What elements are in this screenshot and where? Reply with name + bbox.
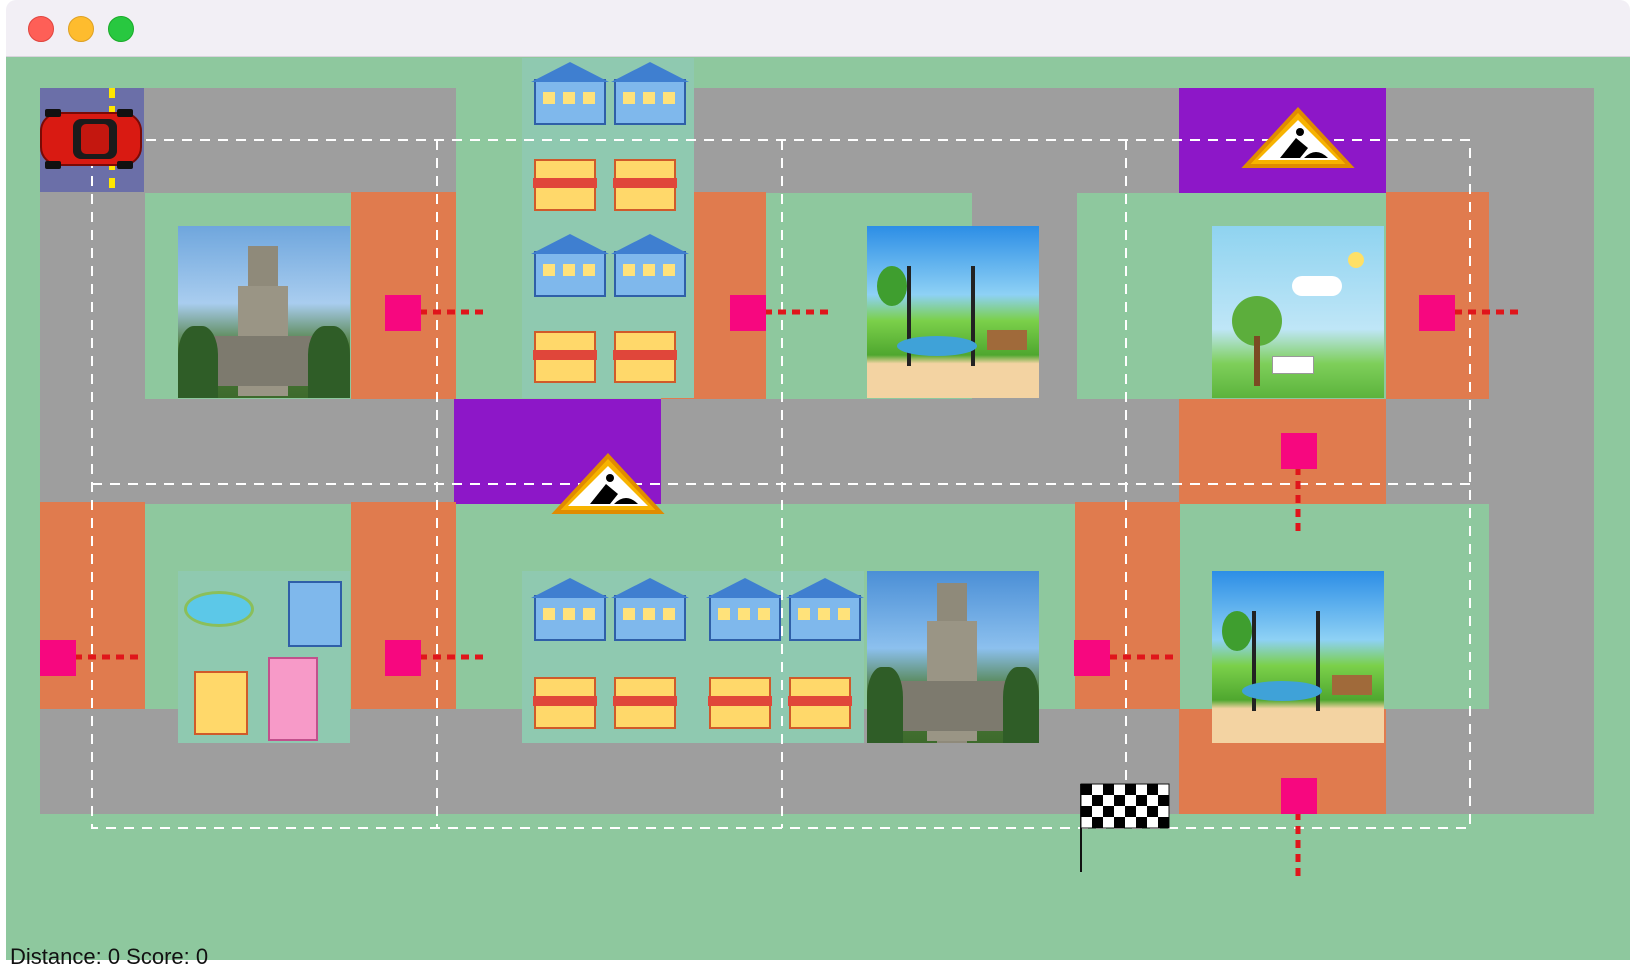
house-roof xyxy=(611,234,689,254)
house-window xyxy=(643,264,655,276)
shop-awning xyxy=(533,350,597,360)
house-window xyxy=(663,264,675,276)
crossing-button[interactable] xyxy=(730,295,766,331)
house-window xyxy=(758,608,770,620)
house-window xyxy=(563,264,575,276)
flag-check xyxy=(1158,817,1169,828)
crossing-button[interactable] xyxy=(1281,433,1317,469)
house-window xyxy=(563,608,575,620)
flag-check xyxy=(1103,806,1114,817)
crossing-button[interactable] xyxy=(385,640,421,676)
house-window xyxy=(738,608,750,620)
flag-check xyxy=(1081,806,1092,817)
flag-check xyxy=(1147,784,1158,795)
house-roof xyxy=(786,578,864,598)
flag-check xyxy=(1147,806,1158,817)
house-window xyxy=(583,92,595,104)
house-window xyxy=(663,608,675,620)
house-window xyxy=(838,608,850,620)
crossing-button[interactable] xyxy=(40,640,76,676)
flag-check xyxy=(1103,784,1114,795)
flag-check xyxy=(1125,784,1136,795)
flag-check xyxy=(1158,795,1169,806)
house-roof xyxy=(611,578,689,598)
board-overlay xyxy=(40,62,1522,881)
shop-awning xyxy=(613,178,677,188)
house-roof xyxy=(531,234,609,254)
house-roof xyxy=(706,578,784,598)
house-window xyxy=(623,264,635,276)
house-window xyxy=(718,608,730,620)
house-window xyxy=(563,92,575,104)
red-car-icon xyxy=(40,109,142,169)
flag-check xyxy=(1081,784,1092,795)
flag-check xyxy=(1092,795,1103,806)
crossing-button[interactable] xyxy=(385,295,421,331)
checkered-flag-icon xyxy=(1080,783,1170,872)
road-work-sign-icon xyxy=(1241,107,1355,168)
flag-check xyxy=(1114,795,1125,806)
crossing-button[interactable] xyxy=(1281,778,1317,814)
house-window xyxy=(623,92,635,104)
house-window xyxy=(623,608,635,620)
house-window xyxy=(643,92,655,104)
flag-check xyxy=(1125,806,1136,817)
house-window xyxy=(643,608,655,620)
shop-awning xyxy=(708,696,772,706)
house-window xyxy=(818,608,830,620)
route-lines xyxy=(91,139,1471,829)
house-window xyxy=(583,608,595,620)
crossing-button[interactable] xyxy=(1074,640,1110,676)
flag-check xyxy=(1136,795,1147,806)
house-roof xyxy=(531,578,609,598)
house-roof xyxy=(611,62,689,82)
shop-awning xyxy=(533,696,597,706)
shop-awning xyxy=(613,350,677,360)
flag-check xyxy=(1136,817,1147,828)
flag-check xyxy=(1092,817,1103,828)
shop-awning xyxy=(613,696,677,706)
house-window xyxy=(543,92,555,104)
house-roof xyxy=(531,62,609,82)
status-line: Distance: 0 Score: 0 xyxy=(10,944,209,969)
road-work-sign-icon-2 xyxy=(551,453,665,514)
crossing-button[interactable] xyxy=(1419,295,1455,331)
flag-check xyxy=(1114,817,1125,828)
house-window xyxy=(798,608,810,620)
house-window xyxy=(543,608,555,620)
house-window xyxy=(663,92,675,104)
shop-awning xyxy=(533,178,597,188)
shop-awning xyxy=(788,696,852,706)
house-window xyxy=(543,264,555,276)
house-window xyxy=(583,264,595,276)
